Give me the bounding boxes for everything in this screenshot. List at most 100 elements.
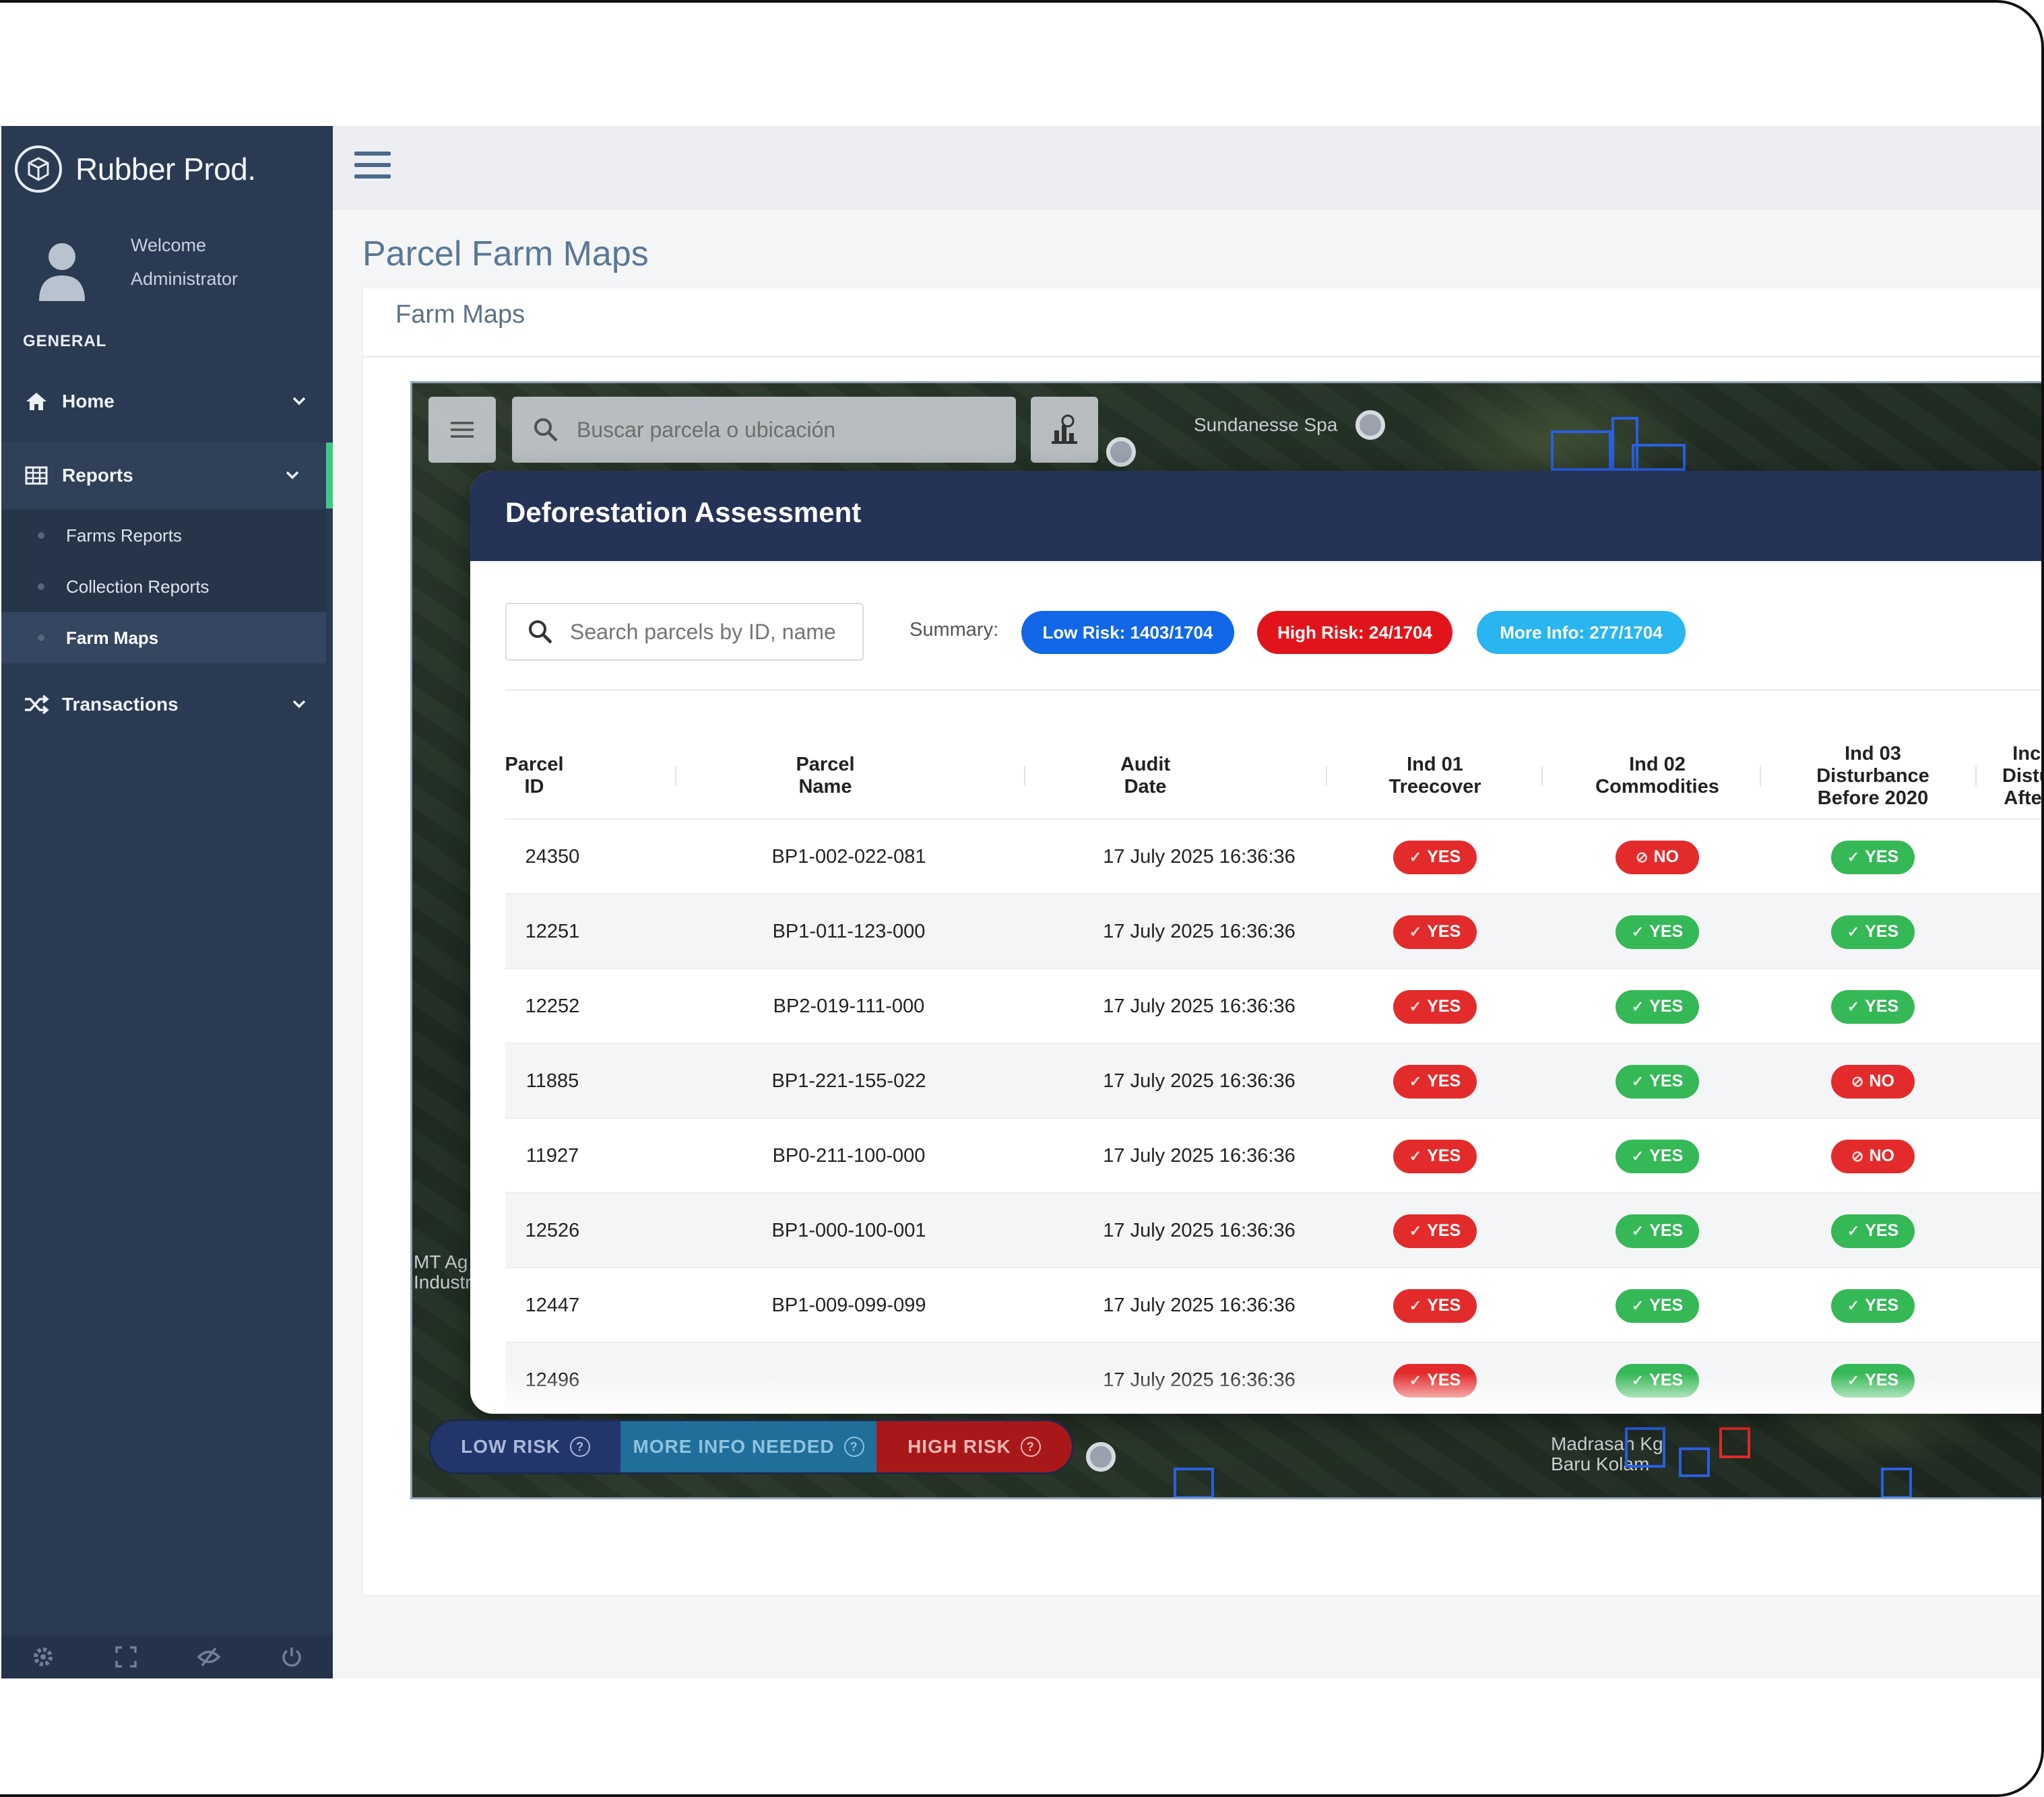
satellite-map[interactable]: Sundanesse Spa MT Ag Industri Madrasah K… bbox=[410, 381, 2041, 1499]
ban-icon: ⊘ bbox=[1636, 848, 1649, 865]
user-avatar-icon bbox=[35, 236, 89, 304]
badge-label: YES bbox=[1649, 1072, 1684, 1090]
legend-high-risk[interactable]: HIGH RISK? bbox=[876, 1421, 1072, 1472]
legend-label: HIGH RISK bbox=[907, 1436, 1011, 1457]
table-row[interactable]: 12252 BP2-019-111-000 17 July 2025 16:36:3… bbox=[505, 968, 2041, 1044]
parcel-outline[interactable] bbox=[1881, 1468, 1912, 1497]
help-circle-icon[interactable]: ? bbox=[843, 1437, 864, 1457]
cell-date: 17 July 2025 16:36:36 bbox=[1044, 969, 1354, 1044]
map-search-box[interactable] bbox=[512, 397, 1016, 463]
check-icon: ✓ bbox=[1847, 998, 1860, 1015]
cell-ind02: ✓ YES bbox=[1583, 1268, 1731, 1343]
sidebar-subitem-farms-reports[interactable]: Farms Reports bbox=[1, 510, 326, 561]
column-header-ind02[interactable]: Ind 02 Commodities bbox=[1556, 733, 1758, 818]
welcome-label: Welcome bbox=[131, 235, 207, 255]
power-icon[interactable] bbox=[278, 1643, 305, 1670]
badge-label: YES bbox=[1427, 1296, 1461, 1315]
map-pin-icon[interactable] bbox=[1086, 1442, 1116, 1472]
cell-ind03: ✓ YES bbox=[1799, 969, 1947, 1044]
gear-icon[interactable] bbox=[30, 1643, 57, 1670]
table-row[interactable]: 12526 BP1-000-100-001 17 July 2025 16:36:3… bbox=[505, 1192, 2041, 1268]
cell-date: 17 July 2025 16:36:36 bbox=[1044, 820, 1354, 894]
legend-low-risk[interactable]: LOW RISK? bbox=[430, 1421, 621, 1472]
map-menu-button[interactable] bbox=[428, 397, 496, 463]
cell-text: 24350 bbox=[525, 846, 580, 868]
table-row[interactable]: 11927 BP0-211-100-000 17 July 2025 16:36:3… bbox=[505, 1117, 2041, 1192]
column-header-parcel-id[interactable]: Parcel ID bbox=[505, 733, 563, 818]
cell-ind03: ✓ YES bbox=[1799, 1194, 1947, 1268]
ban-icon: ⊘ bbox=[1851, 1072, 1864, 1090]
column-divider bbox=[675, 766, 676, 786]
cell-id: 11885 bbox=[505, 1044, 600, 1119]
sidebar-subitem-collection-reports[interactable]: Collection Reports bbox=[1, 561, 326, 612]
cell-name: BP1-011-123-000 bbox=[707, 894, 990, 969]
cell-ind01: ✓ YES bbox=[1368, 820, 1502, 894]
status-badge: ✓ YES bbox=[1616, 1288, 1699, 1323]
cell-text: 17 July 2025 16:36:36 bbox=[1103, 995, 1296, 1017]
map-pin-icon[interactable] bbox=[1106, 437, 1136, 467]
cell-id: 12251 bbox=[505, 894, 600, 969]
column-header-ind04[interactable]: Inc Distu After bbox=[1990, 733, 2041, 818]
parcel-search-input[interactable] bbox=[569, 618, 854, 645]
sidebar-item-transactions[interactable]: Transactions bbox=[1, 672, 333, 738]
low-risk-summary-pill[interactable]: Low Risk: 1403/1704 bbox=[1021, 611, 1234, 654]
column-header-ind01[interactable]: Ind 01 Treecover bbox=[1341, 733, 1529, 818]
cell-id: 12447 bbox=[505, 1268, 600, 1343]
parcel-outline[interactable] bbox=[1625, 1427, 1665, 1468]
table-row[interactable]: 11885 BP1-221-155-022 17 July 2025 16:36:3… bbox=[505, 1043, 2041, 1119]
cell-ind01: ✓ YES bbox=[1368, 1194, 1502, 1268]
column-header-ind03[interactable]: Ind 03 Disturbance Before 2020 bbox=[1772, 733, 1974, 818]
eye-off-icon[interactable] bbox=[195, 1643, 222, 1670]
cell-name: BP1-002-022-081 bbox=[707, 820, 990, 894]
sidebar-item-reports[interactable]: Reports bbox=[1, 443, 333, 509]
check-icon: ✓ bbox=[1409, 1222, 1422, 1239]
badge-label: NO bbox=[1869, 1146, 1894, 1165]
cell-text: 11885 bbox=[525, 1070, 579, 1092]
cell-text: BP0-211-100-000 bbox=[772, 1145, 926, 1167]
more-info-summary-pill[interactable]: More Info: 277/1704 bbox=[1477, 611, 1686, 654]
legend-label: LOW RISK bbox=[461, 1436, 561, 1457]
parcel-outline[interactable] bbox=[1632, 444, 1686, 471]
top-bar bbox=[333, 126, 2041, 209]
parcel-outline[interactable] bbox=[1679, 1447, 1710, 1477]
high-risk-summary-pill[interactable]: High Risk: 24/1704 bbox=[1257, 611, 1452, 654]
parcel-outline[interactable] bbox=[1174, 1468, 1214, 1497]
check-icon: ✓ bbox=[1409, 923, 1422, 940]
sidebar-item-home[interactable]: Home bbox=[1, 368, 333, 434]
cell-date: 17 July 2025 16:36:36 bbox=[1044, 1194, 1354, 1268]
table-fade bbox=[470, 1373, 2041, 1414]
parcel-outline-high-risk[interactable] bbox=[1719, 1427, 1750, 1458]
section-label-general: GENERAL bbox=[23, 332, 107, 350]
check-icon: ✓ bbox=[1847, 1222, 1860, 1239]
divider bbox=[505, 689, 2041, 691]
brand[interactable]: Rubber Prod. bbox=[15, 142, 256, 196]
help-circle-icon[interactable]: ? bbox=[1020, 1437, 1041, 1457]
parcel-search-box[interactable] bbox=[505, 603, 864, 661]
status-badge: ✓ YES bbox=[1616, 1214, 1699, 1248]
table-row[interactable]: 12251 BP1-011-123-000 17 July 2025 16:36:3… bbox=[505, 893, 2041, 969]
map-pin-icon[interactable] bbox=[1355, 410, 1385, 440]
badge-label: YES bbox=[1649, 1221, 1684, 1240]
table-row[interactable]: 12447 BP1-009-099-099 17 July 2025 16:36:3… bbox=[505, 1267, 2041, 1343]
cell-id: 12252 bbox=[505, 969, 600, 1044]
column-header-audit-date[interactable]: Audit Date bbox=[1071, 733, 1219, 818]
hamburger-menu-icon[interactable] bbox=[354, 152, 391, 183]
map-search-input[interactable] bbox=[575, 416, 982, 443]
sidebar-subitem-farm-maps[interactable]: Farm Maps bbox=[1, 612, 326, 663]
ban-icon: ⊘ bbox=[1851, 1147, 1864, 1165]
legend-more-info[interactable]: MORE INFO NEEDED? bbox=[620, 1421, 876, 1472]
user-panel: Welcome Administrator bbox=[35, 228, 305, 316]
check-icon: ✓ bbox=[1631, 1072, 1644, 1090]
fullscreen-icon[interactable] bbox=[113, 1643, 139, 1670]
subitem-label: Collection Reports bbox=[66, 576, 210, 597]
map-poi-label: Sundanesse Spa bbox=[1194, 414, 1338, 435]
table-row[interactable]: 24350 BP1-002-022-081 17 July 2025 16:36:3… bbox=[505, 818, 2041, 894]
chevron-down-icon bbox=[290, 391, 309, 410]
map-statistics-button[interactable] bbox=[1031, 397, 1098, 463]
home-icon bbox=[23, 388, 50, 415]
column-header-parcel-name[interactable]: Parcel Name bbox=[755, 733, 896, 818]
cell-name: BP1-221-155-022 bbox=[707, 1044, 990, 1119]
parcel-outline[interactable] bbox=[1551, 430, 1611, 471]
help-circle-icon[interactable]: ? bbox=[570, 1437, 591, 1457]
welcome-text: Welcome Administrator bbox=[131, 228, 238, 296]
